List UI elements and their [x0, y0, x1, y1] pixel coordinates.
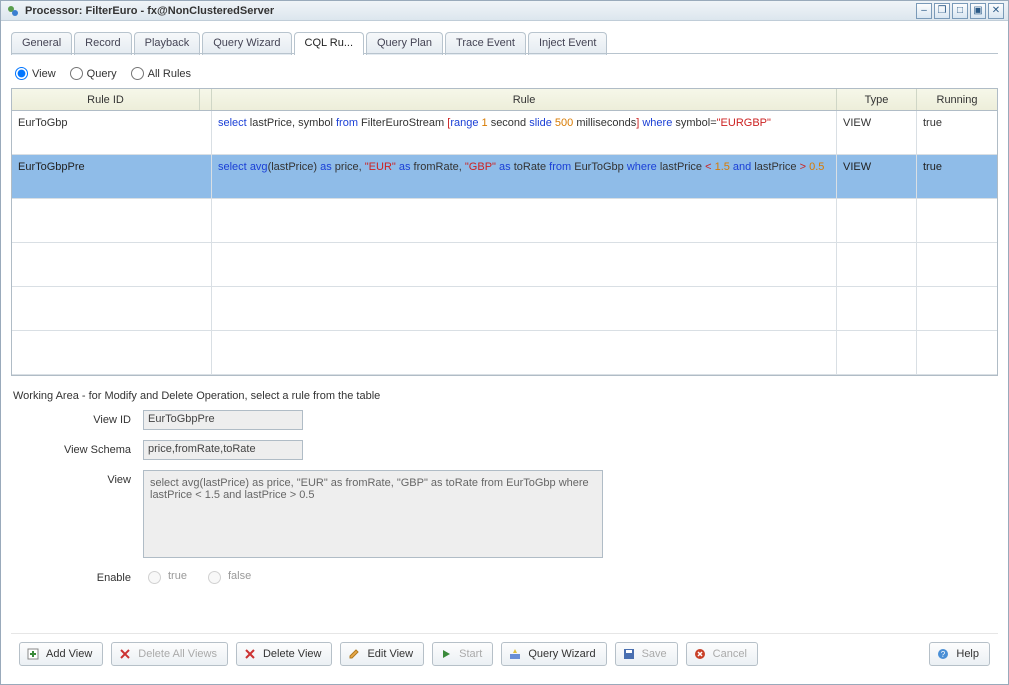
delete-view-button[interactable]: Delete View: [236, 642, 333, 666]
cancel-icon: [693, 647, 707, 661]
tab-record[interactable]: Record: [74, 32, 131, 55]
working-area-form: View ID EurToGbpPre View Schema price,fr…: [11, 410, 998, 584]
query-wizard-button[interactable]: Query Wizard: [501, 642, 606, 666]
close-button[interactable]: ✕: [988, 3, 1004, 19]
svg-text:?: ?: [941, 650, 946, 659]
help-icon: ?: [936, 647, 950, 661]
view-label: View: [51, 470, 131, 486]
save-button: Save: [615, 642, 678, 666]
filter-view-radio[interactable]: View: [15, 67, 56, 80]
enable-label: Enable: [51, 568, 131, 584]
filter-all-label: All Rules: [148, 68, 191, 80]
cell-running: true: [917, 155, 997, 198]
cell-ruleid: EurToGbp: [12, 111, 212, 154]
view-schema-input[interactable]: price,fromRate,toRate: [143, 440, 303, 460]
filter-query-radio[interactable]: Query: [70, 67, 117, 80]
add-icon: [26, 647, 40, 661]
header-ruleid[interactable]: Rule ID: [12, 94, 199, 106]
header-rule[interactable]: Rule: [212, 89, 837, 110]
enable-false-radio: false: [203, 568, 251, 584]
button-bar: Add View Delete All Views Delete View Ed…: [11, 633, 998, 674]
app-icon: [5, 3, 21, 19]
restore-down-button[interactable]: ❐: [934, 3, 950, 19]
tab-playback[interactable]: Playback: [134, 32, 201, 55]
window-title: Processor: FilterEuro - fx@NonClusteredS…: [25, 5, 916, 17]
add-view-button[interactable]: Add View: [19, 642, 103, 666]
enable-true-radio: true: [143, 568, 187, 584]
cell-ruleid: EurToGbpPre: [12, 155, 212, 198]
cancel-button: Cancel: [686, 642, 758, 666]
table-row-empty: [12, 331, 997, 375]
edit-icon: [347, 647, 361, 661]
tab-content: View Query All Rules Rule ID Rule Type R…: [1, 55, 1008, 684]
header-sort-icon[interactable]: [199, 89, 211, 110]
filter-radio-row: View Query All Rules: [11, 65, 998, 88]
processor-window: Processor: FilterEuro - fx@NonClusteredS…: [0, 0, 1009, 685]
working-area-caption: Working Area - for Modify and Delete Ope…: [13, 390, 998, 402]
cell-rule: select avg(lastPrice) as price, "EUR" as…: [212, 155, 837, 198]
minimize-button[interactable]: –: [916, 3, 932, 19]
cell-rule: select lastPrice, symbol from FilterEuro…: [212, 111, 837, 154]
table-row[interactable]: EurToGbpPreselect avg(lastPrice) as pric…: [12, 155, 997, 199]
delete-all-icon: [118, 647, 132, 661]
help-button[interactable]: ? Help: [929, 642, 990, 666]
tab-query-wizard[interactable]: Query Wizard: [202, 32, 291, 55]
cell-type: VIEW: [837, 111, 917, 154]
table-row-empty: [12, 199, 997, 243]
rules-grid: Rule ID Rule Type Running EurToGbpselect…: [11, 88, 998, 376]
play-icon: [439, 647, 453, 661]
save-icon: [622, 647, 636, 661]
header-running[interactable]: Running: [917, 89, 997, 110]
tab-trace-event[interactable]: Trace Event: [445, 32, 526, 55]
grid-header: Rule ID Rule Type Running: [12, 89, 997, 111]
cell-type: VIEW: [837, 155, 917, 198]
wizard-icon: [508, 647, 522, 661]
filter-query-label: Query: [87, 68, 117, 80]
header-type[interactable]: Type: [837, 89, 917, 110]
view-id-input[interactable]: EurToGbpPre: [143, 410, 303, 430]
tab-strip: GeneralRecordPlaybackQuery WizardCQL Ru.…: [1, 21, 1008, 54]
edit-view-button[interactable]: Edit View: [340, 642, 424, 666]
title-bar: Processor: FilterEuro - fx@NonClusteredS…: [1, 1, 1008, 21]
tab-general[interactable]: General: [11, 32, 72, 55]
view-id-label: View ID: [51, 410, 131, 426]
table-row[interactable]: EurToGbpselect lastPrice, symbol from Fi…: [12, 111, 997, 155]
view-textarea[interactable]: select avg(lastPrice) as price, "EUR" as…: [143, 470, 603, 558]
filter-all-radio[interactable]: All Rules: [131, 67, 191, 80]
start-button: Start: [432, 642, 493, 666]
maximize-button[interactable]: ▣: [970, 3, 986, 19]
cell-running: true: [917, 111, 997, 154]
restore-button[interactable]: □: [952, 3, 968, 19]
view-schema-label: View Schema: [51, 440, 131, 456]
delete-icon: [243, 647, 257, 661]
table-row-empty: [12, 243, 997, 287]
tab-inject-event[interactable]: Inject Event: [528, 32, 607, 55]
filter-view-label: View: [32, 68, 56, 80]
tab-query-plan[interactable]: Query Plan: [366, 32, 443, 55]
table-row-empty: [12, 287, 997, 331]
tab-cql-ru-[interactable]: CQL Ru...: [294, 32, 365, 55]
delete-all-views-button: Delete All Views: [111, 642, 228, 666]
